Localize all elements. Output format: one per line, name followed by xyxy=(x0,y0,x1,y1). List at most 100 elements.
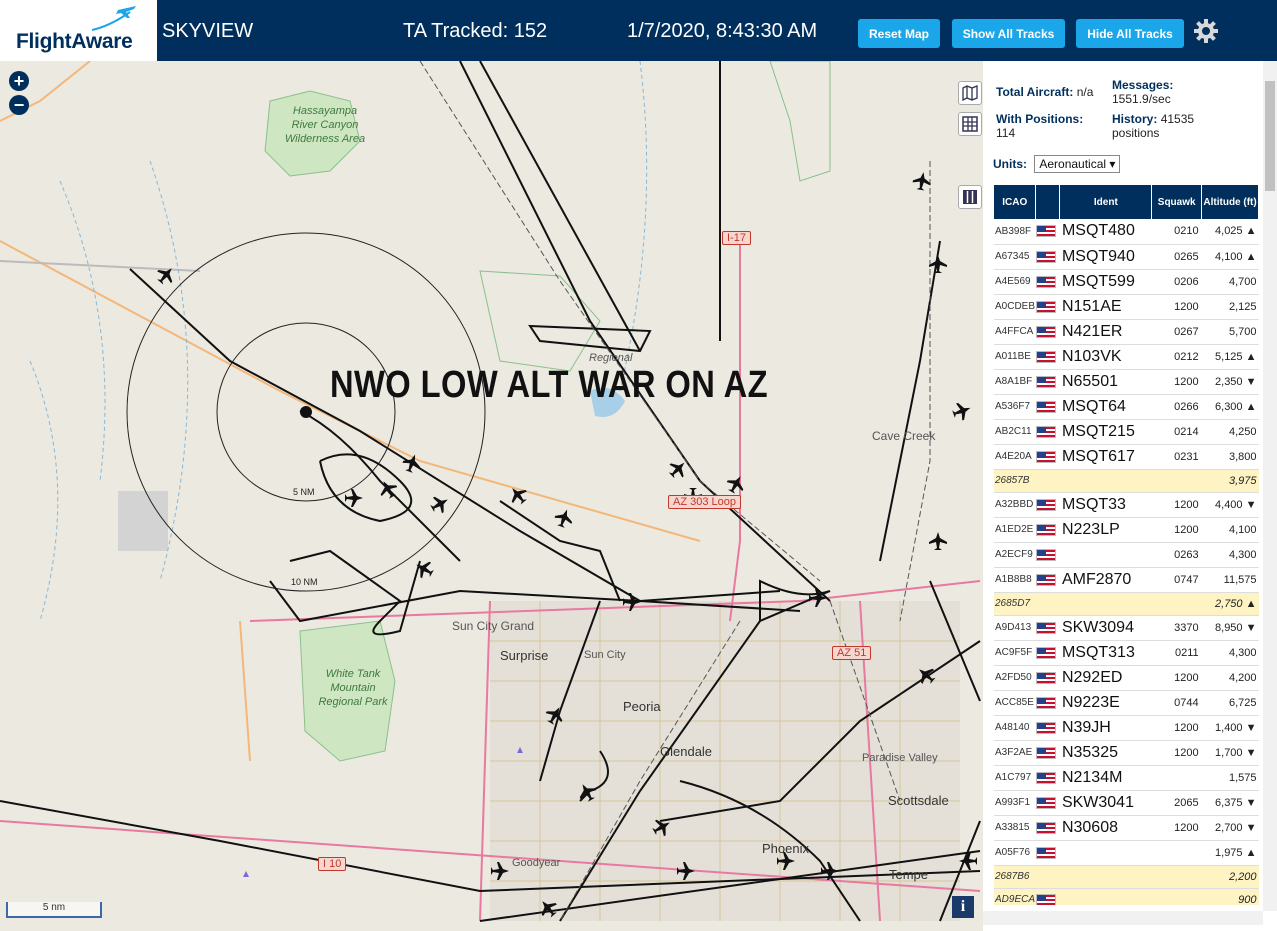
icao-cell: A1B8B8 xyxy=(994,567,1036,593)
units-select[interactable]: Aeronautical ▾ xyxy=(1034,155,1121,173)
scale-bar: 5 nm xyxy=(6,902,102,918)
scrollbar-thumb[interactable] xyxy=(1265,81,1275,191)
altitude-cell: 6,725 xyxy=(1201,690,1259,716)
map-base-layer: 5 NM 10 NM xyxy=(0,61,981,922)
flag-cell xyxy=(1035,840,1060,866)
table-row[interactable]: A4FFCA N421ER 0267 5,700 xyxy=(994,319,1259,345)
table-row[interactable]: AC9F5F MSQT313 0211 4,300 xyxy=(994,640,1259,666)
units-label: Units: xyxy=(993,157,1027,171)
us-flag-icon xyxy=(1035,646,1056,659)
flag-cell xyxy=(1035,640,1060,666)
table-row[interactable]: A2FD50 N292ED 1200 4,200 xyxy=(994,665,1259,691)
hide-all-tracks-button[interactable]: Hide All Tracks xyxy=(1076,19,1184,48)
ident-cell xyxy=(1059,469,1152,493)
us-flag-icon xyxy=(1035,450,1056,463)
table-row[interactable]: 26857B 3,975 xyxy=(994,469,1259,493)
show-all-tracks-button[interactable]: Show All Tracks xyxy=(952,19,1065,48)
flag-cell xyxy=(1035,244,1060,270)
ident-cell: N30608 xyxy=(1059,815,1152,841)
us-flag-icon xyxy=(1035,771,1056,784)
icao-cell: AB2C11 xyxy=(994,419,1036,445)
table-row[interactable]: 2687B6 2,200 xyxy=(994,865,1259,889)
table-row[interactable]: AB398F MSQT480 0210 4,025 ▲ xyxy=(994,219,1259,245)
flightaware-logo[interactable]: FlightAware xyxy=(0,0,157,61)
icao-cell: ACC85E xyxy=(994,690,1036,716)
us-flag-icon xyxy=(1035,893,1056,905)
column-altitude[interactable]: Altitude (ft) xyxy=(1201,185,1259,219)
total-aircraft-value: n/a xyxy=(1076,85,1094,99)
info-button[interactable]: i xyxy=(952,896,974,918)
positions-value: 114 xyxy=(996,126,1016,140)
table-row[interactable]: A67345 MSQT940 0265 4,100 ▲ xyxy=(994,244,1259,270)
ident-cell: SKW3094 xyxy=(1059,615,1152,641)
squawk-cell: 0211 xyxy=(1151,640,1202,666)
squawk-cell: 0212 xyxy=(1151,344,1202,370)
flag-cell xyxy=(1035,567,1060,593)
table-row[interactable]: A3F2AE N35325 1200 1,700 ▼ xyxy=(994,740,1259,766)
columns-toggle-button[interactable] xyxy=(958,185,982,209)
park-label-white-tank: White Tank Mountain Regional Park xyxy=(318,668,388,708)
table-row[interactable]: A2ECF9 0263 4,300 xyxy=(994,542,1259,568)
ident-cell: N151AE xyxy=(1059,294,1152,320)
positions-label: With Positions: xyxy=(996,112,1084,126)
icao-cell: A011BE xyxy=(994,344,1036,370)
squawk-cell xyxy=(1151,888,1202,905)
us-flag-icon xyxy=(1035,400,1056,413)
table-row[interactable]: AD9ECA 900 xyxy=(994,888,1259,905)
altitude-cell: 4,025 ▲ xyxy=(1201,219,1259,245)
ident-cell: N223LP xyxy=(1059,517,1152,543)
icao-cell: A67345 xyxy=(994,244,1036,270)
altitude-cell: 8,950 ▼ xyxy=(1201,615,1259,641)
ident-cell xyxy=(1059,888,1152,905)
table-row[interactable]: ACC85E N9223E 0744 6,725 xyxy=(994,690,1259,716)
panel-scrollbar[interactable] xyxy=(1263,61,1277,911)
table-row[interactable]: A48140 N39JH 1200 1,400 ▼ xyxy=(994,715,1259,741)
squawk-cell xyxy=(1151,865,1202,889)
table-row[interactable]: A011BE N103VK 0212 5,125 ▲ xyxy=(994,344,1259,370)
ident-cell: SKW3041 xyxy=(1059,790,1152,816)
icao-cell: A33815 xyxy=(994,815,1036,841)
table-row[interactable]: AB2C11 MSQT215 0214 4,250 xyxy=(994,419,1259,445)
panel-horizontal-scrollbar[interactable] xyxy=(983,911,1263,925)
table-row[interactable]: A993F1 SKW3041 2065 6,375 ▼ xyxy=(994,790,1259,816)
table-row[interactable]: 2685D7 2,750 ▲ xyxy=(994,592,1259,616)
squawk-cell: 0214 xyxy=(1151,419,1202,445)
table-row[interactable]: A1C797 N2134M 1,575 xyxy=(994,765,1259,791)
column-ident[interactable]: Ident xyxy=(1059,185,1153,219)
table-row[interactable]: A0CDEB N151AE 1200 2,125 xyxy=(994,294,1259,320)
table-row[interactable]: A4E569 MSQT599 0206 4,700 xyxy=(994,269,1259,295)
us-flag-icon xyxy=(1035,696,1056,709)
map-layers-button[interactable] xyxy=(958,81,982,105)
gear-icon[interactable] xyxy=(1193,18,1219,44)
us-flag-icon xyxy=(1035,671,1056,684)
column-icao[interactable]: ICAO xyxy=(994,185,1037,219)
us-flag-icon xyxy=(1035,425,1056,438)
zoom-in-button[interactable]: + xyxy=(9,71,29,91)
flag-cell xyxy=(1035,542,1060,568)
table-row[interactable]: A32BBD MSQT33 1200 4,400 ▼ xyxy=(994,492,1259,518)
table-row[interactable]: A536F7 MSQT64 0266 6,300 ▲ xyxy=(994,394,1259,420)
table-row[interactable]: A9D413 SKW3094 3370 8,950 ▼ xyxy=(994,615,1259,641)
altitude-cell: 4,100 ▲ xyxy=(1201,244,1259,270)
map-view[interactable]: 5 NM 10 NM + − NWO LOW ALT WAR ON AZ Has… xyxy=(0,61,983,931)
squawk-cell: 0265 xyxy=(1151,244,1202,270)
zoom-out-button[interactable]: − xyxy=(9,95,29,115)
altitude-cell: 2,125 xyxy=(1201,294,1259,320)
top-bar: FlightAware SKYVIEW TA Tracked: 152 1/7/… xyxy=(0,0,1277,61)
column-squawk[interactable]: Squawk xyxy=(1151,185,1203,219)
city-label-goodyear: Goodyear xyxy=(512,857,561,869)
table-row[interactable]: A1ED2E N223LP 1200 4,100 xyxy=(994,517,1259,543)
table-row[interactable]: A33815 N30608 1200 2,700 ▼ xyxy=(994,815,1259,841)
table-row[interactable]: A4E20A MSQT617 0231 3,800 xyxy=(994,444,1259,470)
squawk-cell: 1200 xyxy=(1151,665,1202,691)
table-row[interactable]: A1B8B8 AMF2870 0747 11,575 xyxy=(994,567,1259,593)
squawk-cell: 2065 xyxy=(1151,790,1202,816)
grid-toggle-button[interactable] xyxy=(958,112,982,136)
us-flag-icon xyxy=(1035,275,1056,288)
table-row[interactable]: A05F76 1,975 ▲ xyxy=(994,840,1259,866)
flag-cell xyxy=(1035,888,1060,905)
reset-map-button[interactable]: Reset Map xyxy=(858,19,940,48)
ident-cell: AMF2870 xyxy=(1059,567,1152,593)
table-row[interactable]: A8A1BF N65501 1200 2,350 ▼ xyxy=(994,369,1259,395)
squawk-cell: 1200 xyxy=(1151,294,1202,320)
